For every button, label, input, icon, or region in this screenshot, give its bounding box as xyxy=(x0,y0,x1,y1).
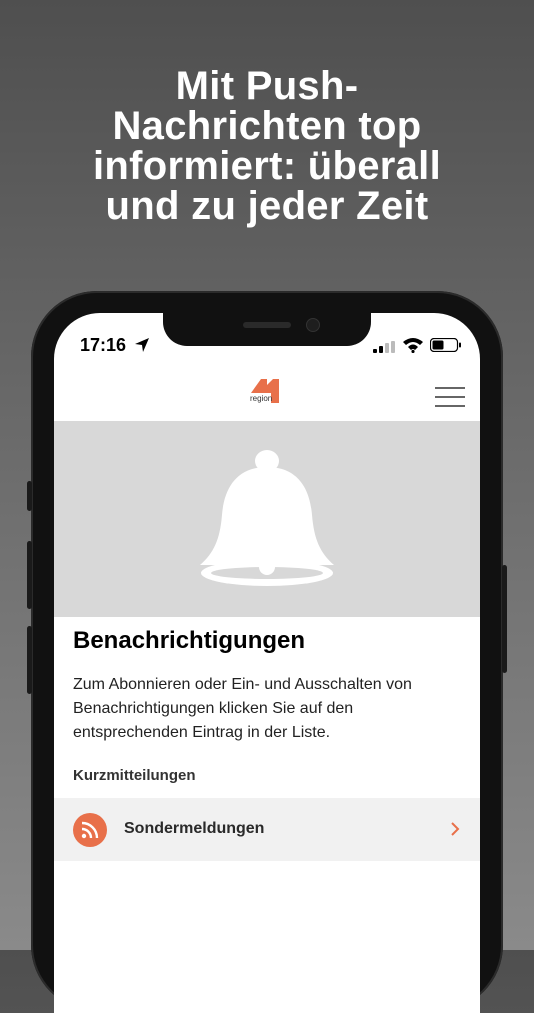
rss-icon xyxy=(73,813,107,847)
logo-text: region xyxy=(250,394,273,403)
bell-icon xyxy=(192,449,342,592)
phone-power-button xyxy=(502,565,507,673)
battery-icon xyxy=(429,337,462,357)
hamburger-menu-icon[interactable] xyxy=(435,387,465,407)
phone-side-button xyxy=(27,481,32,511)
cellular-signal-icon xyxy=(373,340,397,358)
phone-volume-up-button xyxy=(27,541,32,609)
list-item-label: Sondermeldungen xyxy=(124,820,265,837)
page-title: Benachrichtigungen xyxy=(73,627,306,654)
notch xyxy=(163,313,371,346)
chevron-right-icon xyxy=(450,821,460,842)
region-logo[interactable] xyxy=(247,375,291,409)
hero-banner xyxy=(54,421,480,617)
phone-volume-down-button xyxy=(27,626,32,694)
app-bar: region xyxy=(54,363,480,421)
phone-screen: 17:16 region Benachrichtigungen Zum Abon… xyxy=(54,313,480,1013)
front-camera xyxy=(306,318,320,332)
location-arrow-icon xyxy=(134,337,150,358)
page-description: Zum Abonnieren oder Ein- und Ausschalten… xyxy=(73,676,412,741)
wifi-icon xyxy=(402,337,424,358)
section-label: Kurzmitteilungen xyxy=(73,767,196,784)
list-item-sondermeldungen[interactable]: Sondermeldungen xyxy=(54,798,480,861)
status-time: 17:16 xyxy=(80,335,127,355)
promo-headline: Mit Push- Nachrichten top informiert: üb… xyxy=(93,64,441,228)
speaker xyxy=(243,322,291,328)
